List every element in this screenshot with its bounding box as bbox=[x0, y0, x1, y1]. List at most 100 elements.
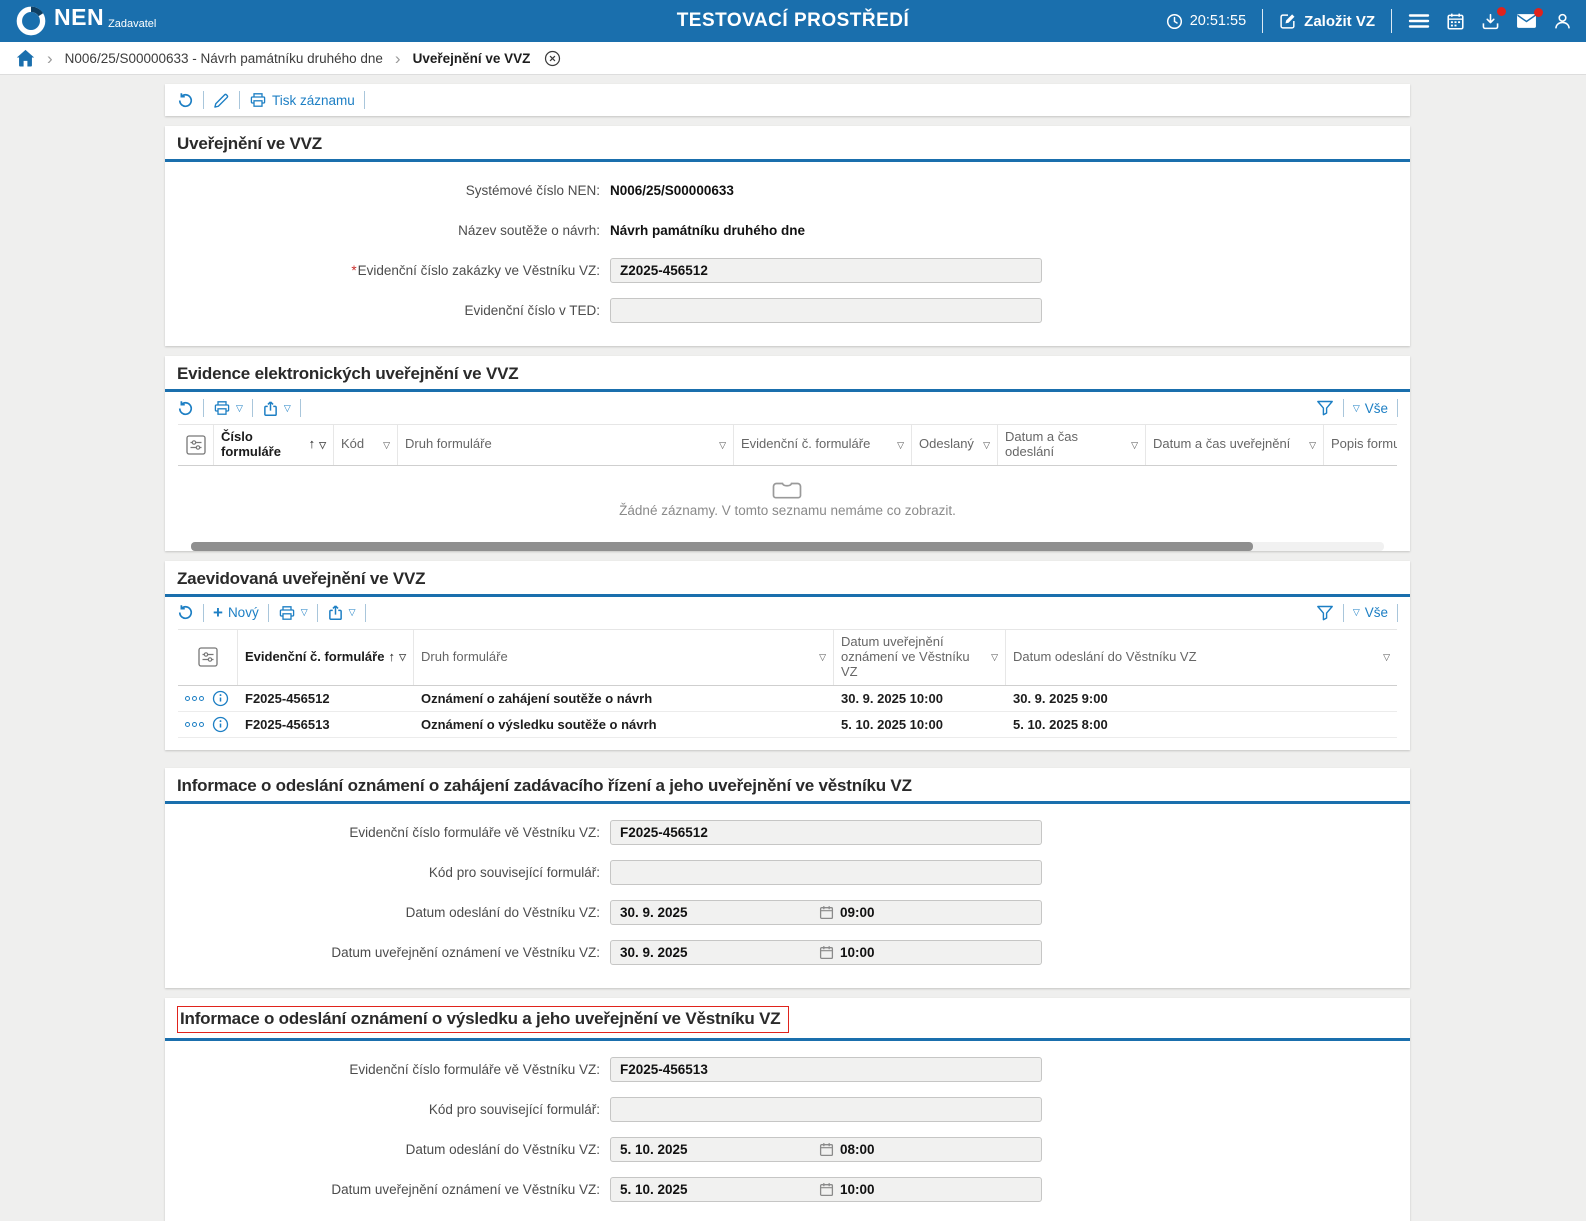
profile-button[interactable] bbox=[1553, 12, 1572, 31]
breadcrumb-item-current[interactable]: Uveřejnění ve VVZ bbox=[413, 51, 531, 66]
downloads-button[interactable] bbox=[1481, 12, 1500, 31]
new-record-button[interactable]: + Nový bbox=[213, 604, 259, 621]
field-related-form-code: Kód pro související formulář: bbox=[165, 1097, 1410, 1122]
published-time-value[interactable]: 10:00 bbox=[840, 941, 875, 964]
table-row[interactable]: F2025-456513 Oznámení o výsledku soutěže… bbox=[178, 712, 1397, 738]
create-vz-button[interactable]: Založit VZ bbox=[1279, 12, 1375, 30]
print-menu-button[interactable]: ▽ bbox=[213, 399, 243, 417]
home-icon[interactable] bbox=[16, 49, 35, 67]
create-vz-label: Založit VZ bbox=[1304, 13, 1375, 30]
evidence-number-vvz-input[interactable]: Z2025-456512 bbox=[610, 258, 1042, 283]
published-date-input[interactable]: 5. 10. 2025 10:00 bbox=[610, 1177, 1042, 1202]
refresh-button[interactable] bbox=[177, 400, 194, 417]
column-header-evidencni-c-formulare[interactable]: Evidenční č. formuláře↑▽ bbox=[238, 630, 414, 685]
export-menu-button[interactable]: ▽ bbox=[262, 400, 291, 417]
messages-button[interactable] bbox=[1516, 13, 1537, 29]
toolbar-separator bbox=[268, 604, 269, 622]
field-label: Evidenční číslo formuláře vě Věstníku VZ… bbox=[165, 1062, 610, 1077]
sent-date-input[interactable]: 5. 10. 2025 08:00 bbox=[610, 1137, 1042, 1162]
column-header-druh-formulare[interactable]: Druh formuláře▽ bbox=[398, 425, 734, 465]
info-icon[interactable] bbox=[212, 690, 229, 707]
row-actions-button[interactable] bbox=[185, 696, 204, 701]
messages-notification-dot bbox=[1534, 8, 1543, 17]
column-filter-arrow[interactable]: ▽ bbox=[399, 652, 406, 662]
published-time-value[interactable]: 10:00 bbox=[840, 1178, 875, 1201]
section-title: Evidence elektronických uveřejnění ve VV… bbox=[165, 356, 1410, 392]
column-filter-arrow[interactable]: ▽ bbox=[897, 440, 904, 450]
column-settings-button[interactable] bbox=[178, 630, 238, 685]
form-evidence-number-input[interactable]: F2025-456512 bbox=[610, 820, 1042, 845]
scrollbar-thumb[interactable] bbox=[191, 542, 1253, 551]
column-header-datum-cas-odeslani[interactable]: Datum a čas odeslání▽ bbox=[998, 425, 1146, 465]
related-form-code-input[interactable] bbox=[610, 1097, 1042, 1122]
published-date-value[interactable]: 30. 9. 2025 bbox=[611, 941, 815, 964]
column-filter-arrow[interactable]: ▽ bbox=[319, 440, 326, 450]
filter-icon bbox=[1316, 605, 1334, 621]
field-related-form-code: Kód pro související formulář: bbox=[165, 860, 1410, 885]
column-header-datum-uverejneni[interactable]: Datum uveřejnění oznámení ve Věstníku VZ… bbox=[834, 630, 1006, 685]
empty-table-message: Žádné záznamy. V tomto seznamu nemáme co… bbox=[178, 466, 1397, 528]
column-filter-arrow[interactable]: ▽ bbox=[991, 652, 998, 662]
table-row[interactable]: F2025-456512 Oznámení o zahájení soutěže… bbox=[178, 686, 1397, 712]
sent-date-value[interactable]: 5. 10. 2025 bbox=[611, 1138, 815, 1161]
filter-button[interactable] bbox=[1316, 400, 1334, 416]
column-settings-button[interactable] bbox=[178, 425, 214, 465]
column-header-evidencni-c-formulare[interactable]: Evidenční č. formuláře▽ bbox=[734, 425, 912, 465]
column-header-kod[interactable]: Kód▽ bbox=[334, 425, 398, 465]
menu-button[interactable] bbox=[1408, 13, 1430, 29]
field-system-number: Systémové číslo NEN: N006/25/S00000633 bbox=[165, 178, 1410, 203]
column-filter-arrow[interactable]: ▽ bbox=[1131, 440, 1138, 450]
table-toolbar: + Nový ▽ ▽ bbox=[165, 597, 1410, 629]
cell-form-type: Oznámení o výsledku soutěže o návrh bbox=[414, 717, 834, 732]
column-header-odeslany[interactable]: Odeslaný▽ bbox=[912, 425, 998, 465]
view-all-button[interactable]: ▽ Vše bbox=[1353, 605, 1388, 620]
column-filter-arrow[interactable]: ▽ bbox=[1383, 652, 1390, 662]
column-filter-arrow[interactable]: ▽ bbox=[819, 652, 826, 662]
published-date-input[interactable]: 30. 9. 2025 10:00 bbox=[610, 940, 1042, 965]
pencil-icon bbox=[213, 92, 230, 109]
calendar-small-icon[interactable] bbox=[819, 905, 834, 920]
edit-record-button[interactable] bbox=[213, 92, 230, 109]
print-record-button[interactable]: Tisk záznamu bbox=[249, 91, 355, 109]
evidence-number-ted-input[interactable] bbox=[610, 298, 1042, 323]
refresh-button[interactable] bbox=[177, 604, 194, 621]
calendar-small-icon[interactable] bbox=[819, 945, 834, 960]
breadcrumb-item-contract[interactable]: N006/25/S00000633 - Návrh památníku druh… bbox=[65, 51, 383, 66]
column-header-popis-formulare[interactable]: Popis formuláře bbox=[1324, 425, 1397, 465]
close-tab-button[interactable] bbox=[544, 50, 561, 67]
column-header-datum-odeslani[interactable]: Datum odeslání do Věstníku VZ▽ bbox=[1006, 630, 1397, 685]
view-all-label: Vše bbox=[1365, 401, 1388, 416]
view-all-button[interactable]: ▽ Vše bbox=[1353, 401, 1388, 416]
filter-button[interactable] bbox=[1316, 605, 1334, 621]
related-form-code-input[interactable] bbox=[610, 860, 1042, 885]
cell-form-number: F2025-456512 bbox=[238, 691, 414, 706]
sent-time-value[interactable]: 08:00 bbox=[840, 1138, 875, 1161]
column-header-druh-formulare[interactable]: Druh formuláře▽ bbox=[414, 630, 834, 685]
column-filter-arrow[interactable]: ▽ bbox=[1309, 440, 1316, 450]
column-header-datum-cas-uverejneni[interactable]: Datum a čas uveřejnění▽ bbox=[1146, 425, 1324, 465]
published-date-value[interactable]: 5. 10. 2025 bbox=[611, 1178, 815, 1201]
horizontal-scrollbar[interactable] bbox=[191, 542, 1384, 551]
export-menu-button[interactable]: ▽ bbox=[327, 604, 356, 621]
section-result-notice-info: Informace o odeslání oznámení o výsledku… bbox=[165, 998, 1410, 1221]
sent-time-value[interactable]: 09:00 bbox=[840, 901, 875, 924]
column-header-cislo-formulare[interactable]: Číslo formuláře↑▽ bbox=[214, 425, 334, 465]
calendar-button[interactable] bbox=[1446, 12, 1465, 31]
info-icon[interactable] bbox=[212, 716, 229, 733]
toolbar-separator bbox=[1397, 399, 1398, 417]
calendar-small-icon[interactable] bbox=[819, 1182, 834, 1197]
calendar-small-icon[interactable] bbox=[819, 1142, 834, 1157]
export-dropdown-arrow: ▽ bbox=[349, 607, 356, 618]
sent-date-input[interactable]: 30. 9. 2025 09:00 bbox=[610, 900, 1042, 925]
refresh-icon bbox=[177, 604, 194, 621]
row-actions-button[interactable] bbox=[185, 722, 204, 727]
nen-logo[interactable]: NEN Zadavatel bbox=[14, 4, 156, 38]
sent-date-value[interactable]: 30. 9. 2025 bbox=[611, 901, 815, 924]
refresh-button[interactable] bbox=[177, 92, 194, 109]
column-filter-arrow[interactable]: ▽ bbox=[719, 440, 726, 450]
print-menu-button[interactable]: ▽ bbox=[278, 604, 308, 622]
printer-icon bbox=[213, 399, 231, 417]
column-filter-arrow[interactable]: ▽ bbox=[983, 440, 990, 450]
column-filter-arrow[interactable]: ▽ bbox=[383, 440, 390, 450]
form-evidence-number-input[interactable]: F2025-456513 bbox=[610, 1057, 1042, 1082]
